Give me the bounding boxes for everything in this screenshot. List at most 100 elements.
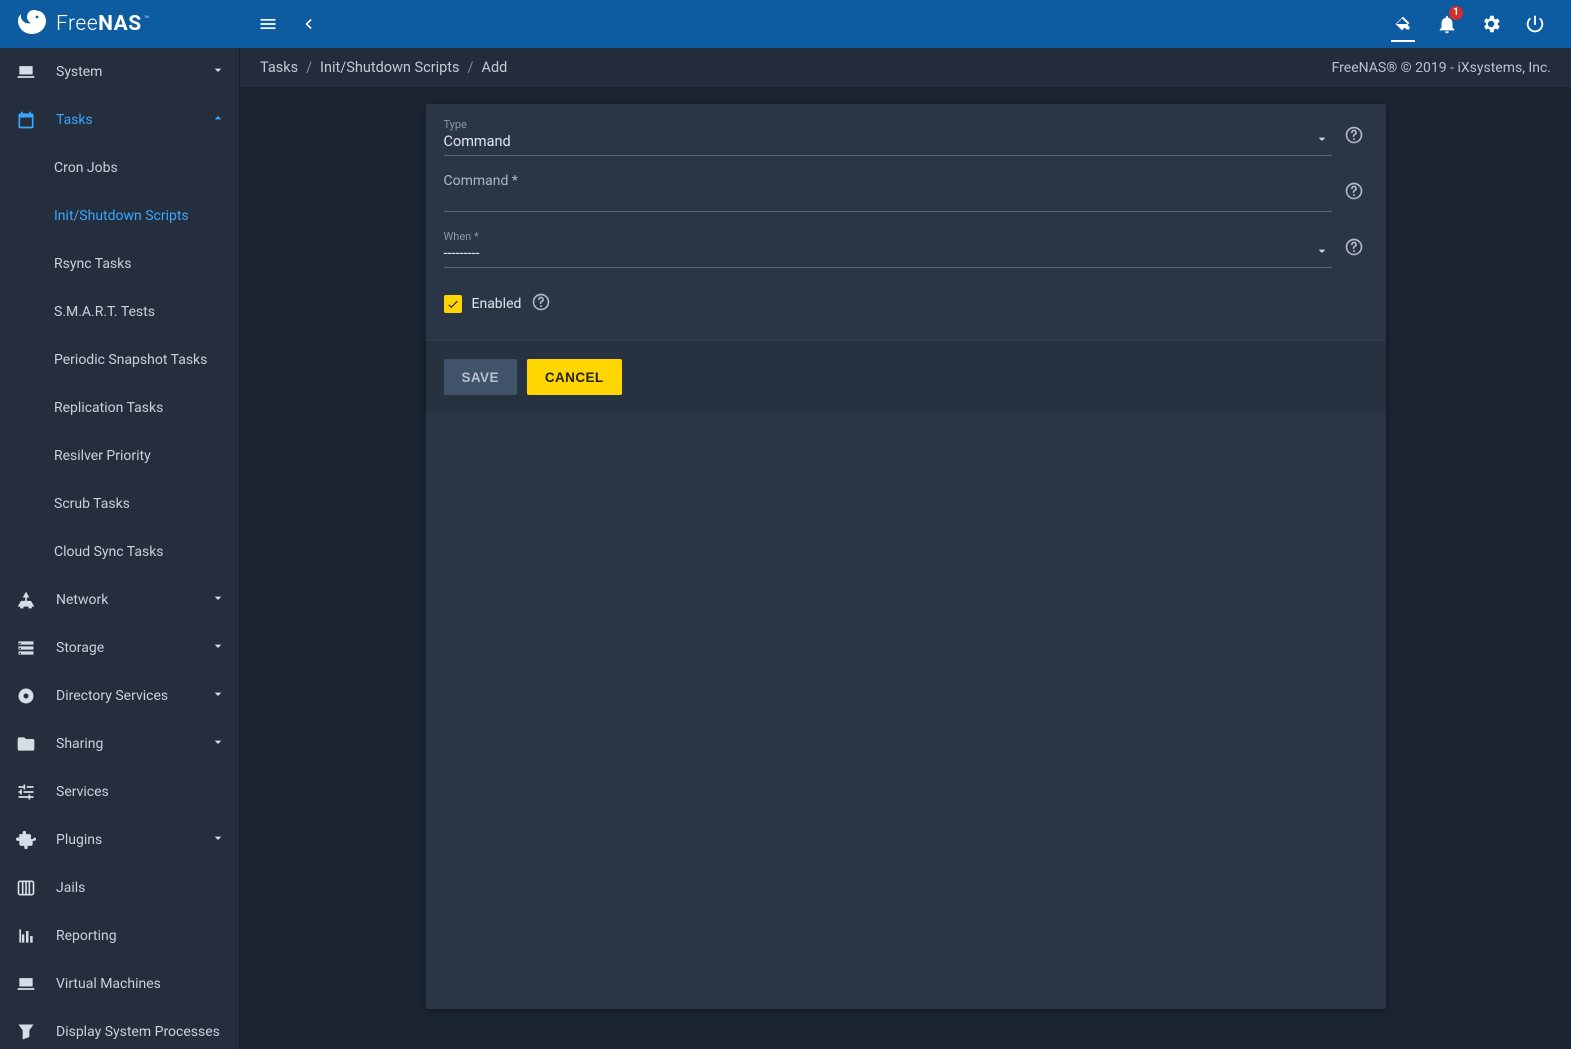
sidebar-sub-init[interactable]: Init/Shutdown Scripts <box>0 192 240 240</box>
help-icon <box>1344 181 1364 201</box>
sidebar-item-services[interactable]: Services <box>0 768 240 816</box>
sidebar-item-dsp[interactable]: Display System Processes <box>0 1008 240 1049</box>
copyright-text: FreeNAS® © 2019 - iXsystems, Inc. <box>1332 60 1551 76</box>
theme-button[interactable] <box>1383 0 1423 48</box>
sidebar-sub-resilver[interactable]: Resilver Priority <box>0 432 240 480</box>
sidebar-item-plugins[interactable]: Plugins <box>0 816 240 864</box>
field-when: When * --------- <box>444 230 1368 268</box>
help-icon <box>1344 125 1364 145</box>
paint-icon <box>1392 13 1414 35</box>
sidebar-item-reporting[interactable]: Reporting <box>0 912 240 960</box>
sidebar-item-label: Plugins <box>56 832 210 848</box>
form-card: Type Command Command * <box>426 104 1386 1009</box>
sidebar-sub-scrub[interactable]: Scrub Tasks <box>0 480 240 528</box>
menu-toggle-button[interactable] <box>248 0 288 48</box>
sidebar-sub-smart[interactable]: S.M.A.R.T. Tests <box>0 288 240 336</box>
breadcrumb: Tasks / Init/Shutdown Scripts / Add Free… <box>240 48 1571 88</box>
sidebar-item-label: Network <box>56 592 210 608</box>
breadcrumb-sep: / <box>306 59 312 76</box>
laptop-icon <box>16 974 36 994</box>
back-button[interactable] <box>288 0 328 48</box>
sidebar-item-storage[interactable]: Storage <box>0 624 240 672</box>
chevron-down-icon <box>210 62 226 78</box>
tune-icon <box>16 782 36 802</box>
folder-icon <box>16 734 36 754</box>
sidebar-item-label: Virtual Machines <box>56 976 226 992</box>
sidebar-item-label: Services <box>56 784 226 800</box>
sidebar-item-jails[interactable]: Jails <box>0 864 240 912</box>
calendar-icon <box>16 110 36 130</box>
field-enabled: Enabled <box>444 286 1368 330</box>
sidebar-item-sharing[interactable]: Sharing <box>0 720 240 768</box>
sidebar-item-label: Sharing <box>56 736 210 752</box>
field-label: Command * <box>444 174 1332 188</box>
breadcrumb-add: Add <box>482 59 508 76</box>
type-help-button[interactable] <box>1344 125 1364 149</box>
network-icon <box>16 590 36 610</box>
cancel-button[interactable]: CANCEL <box>527 359 622 395</box>
sidebar-item-label: Jails <box>56 880 226 896</box>
brand-text: FreeNAS™ <box>56 12 150 36</box>
sidebar-item-label: Directory Services <box>56 688 210 704</box>
sidebar-item-system[interactable]: System <box>0 48 240 96</box>
breadcrumb-sep: / <box>468 59 474 76</box>
help-icon <box>531 292 551 312</box>
settings-button[interactable] <box>1471 0 1511 48</box>
field-command: Command * <box>444 174 1368 212</box>
notifications-badge: 1 <box>1449 6 1463 20</box>
chevron-down-icon <box>210 830 226 846</box>
field-label: Type <box>444 118 1332 132</box>
field-label: When * <box>444 230 1332 244</box>
help-icon <box>1344 237 1364 257</box>
sidebar-sub-snapshot[interactable]: Periodic Snapshot Tasks <box>0 336 240 384</box>
type-value: Command <box>444 132 1332 152</box>
chevron-down-icon <box>210 734 226 750</box>
sidebar-sub-replication[interactable]: Replication Tasks <box>0 384 240 432</box>
notifications-button[interactable]: 1 <box>1427 0 1467 48</box>
sidebar: System Tasks Cron Jobs Init/Shutdown Scr… <box>0 48 240 1049</box>
sidebar-sub-cron[interactable]: Cron Jobs <box>0 144 240 192</box>
breadcrumb-tasks[interactable]: Tasks <box>260 59 298 76</box>
laptop-icon <box>16 62 36 82</box>
processes-icon <box>16 1022 36 1042</box>
enabled-checkbox[interactable] <box>444 295 462 313</box>
form-actions: SAVE CANCEL <box>426 340 1386 413</box>
main: Tasks / Init/Shutdown Scripts / Add Free… <box>240 48 1571 1049</box>
sidebar-item-network[interactable]: Network <box>0 576 240 624</box>
chevron-down-icon <box>210 686 226 702</box>
sidebar-item-label: System <box>56 64 210 80</box>
type-select[interactable]: Type Command <box>444 118 1332 156</box>
extension-icon <box>16 830 36 850</box>
breadcrumb-init[interactable]: Init/Shutdown Scripts <box>320 59 460 76</box>
gear-icon <box>1480 13 1502 35</box>
when-value: --------- <box>444 244 1332 264</box>
storage-icon <box>16 638 36 658</box>
power-icon <box>1524 13 1546 35</box>
sidebar-sub-cloud[interactable]: Cloud Sync Tasks <box>0 528 240 576</box>
command-help-button[interactable] <box>1344 181 1364 205</box>
when-select[interactable]: When * --------- <box>444 230 1332 268</box>
chart-icon <box>16 926 36 946</box>
brand-logo[interactable]: FreeNAS™ <box>8 0 248 48</box>
hamburger-icon <box>258 14 278 34</box>
sidebar-item-tasks[interactable]: Tasks <box>0 96 240 144</box>
sidebar-sub-rsync[interactable]: Rsync Tasks <box>0 240 240 288</box>
sidebar-item-vms[interactable]: Virtual Machines <box>0 960 240 1008</box>
chevron-up-icon <box>210 110 226 126</box>
sidebar-item-label: Storage <box>56 640 210 656</box>
power-button[interactable] <box>1515 0 1555 48</box>
sidebar-item-label: Display System Processes <box>56 1023 226 1041</box>
enabled-help-button[interactable] <box>531 292 551 316</box>
sidebar-item-directory[interactable]: Directory Services <box>0 672 240 720</box>
sidebar-item-label: Tasks <box>56 112 210 128</box>
when-help-button[interactable] <box>1344 237 1364 261</box>
sidebar-item-label: Reporting <box>56 928 226 944</box>
freenas-logo-icon <box>16 8 48 40</box>
jail-icon <box>16 878 36 898</box>
command-input[interactable] <box>444 188 1332 208</box>
enabled-label: Enabled <box>472 296 522 312</box>
save-button[interactable]: SAVE <box>444 359 517 395</box>
check-icon <box>446 297 460 311</box>
theme-indicator <box>1391 40 1415 42</box>
chevron-left-icon <box>298 14 318 34</box>
